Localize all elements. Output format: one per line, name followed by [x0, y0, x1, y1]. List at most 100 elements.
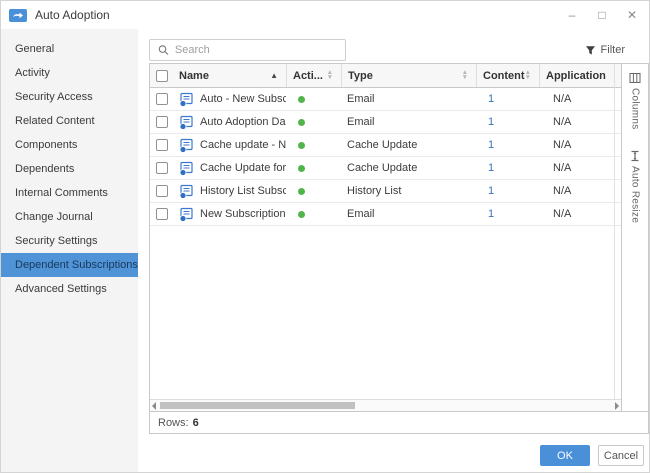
active-indicator	[298, 96, 305, 103]
sort-toggle-icon[interactable]: ▲▼	[525, 71, 533, 80]
subscriptions-grid: Name ▲ Acti... ▲▼ Type ▲▼	[149, 63, 649, 434]
active-indicator	[298, 142, 305, 149]
rows-label: Rows:	[158, 417, 189, 429]
subscription-icon	[179, 184, 194, 199]
row-name: Auto Adoption Daily	[200, 116, 286, 128]
row-checkbox[interactable]	[156, 162, 168, 174]
window-controls: – □ ✕	[565, 8, 639, 22]
title-bar: Auto Adoption – □ ✕	[1, 1, 649, 29]
auto-resize-icon	[629, 150, 641, 162]
sidebar-item-change-journal[interactable]: Change Journal	[1, 205, 138, 229]
row-type: Email	[341, 88, 476, 110]
filter-icon	[585, 45, 596, 56]
scroll-left-icon[interactable]	[152, 402, 156, 410]
row-content-link[interactable]: 1	[482, 93, 494, 105]
row-checkbox[interactable]	[156, 185, 168, 197]
minimize-icon[interactable]: –	[565, 8, 579, 22]
row-application: N/A	[539, 111, 621, 133]
table-row[interactable]: Auto - New Subscription Email 1 N/A	[150, 88, 621, 111]
active-indicator	[298, 211, 305, 218]
table-row[interactable]: New Subscription Email 1 N/A	[150, 203, 621, 226]
table-row[interactable]: Auto Adoption Daily Email 1 N/A	[150, 111, 621, 134]
main-panel: Filter Name ▲	[138, 29, 649, 472]
sidebar: General Activity Security Access Related…	[1, 29, 138, 472]
row-checkbox[interactable]	[156, 208, 168, 220]
row-name: Auto - New Subscription	[200, 93, 286, 105]
sort-toggle-icon[interactable]: ▲▼	[462, 71, 470, 80]
subscription-icon	[179, 138, 194, 153]
horizontal-scrollbar[interactable]	[150, 399, 621, 411]
row-name: New Subscription	[200, 208, 286, 220]
column-header-content[interactable]: Content ▲▼	[476, 64, 539, 87]
table-row[interactable]: Cache update - New ... Cache Update 1 N/…	[150, 134, 621, 157]
sidebar-item-dependents[interactable]: Dependents	[1, 157, 138, 181]
row-content-link[interactable]: 1	[482, 116, 494, 128]
columns-icon	[629, 72, 641, 84]
row-name: Cache update - New ...	[200, 139, 286, 151]
close-icon[interactable]: ✕	[625, 8, 639, 22]
grid-status-bar: Rows: 6	[150, 411, 648, 433]
filter-label: Filter	[601, 44, 625, 56]
row-type: History List	[341, 180, 476, 202]
sidebar-item-security-settings[interactable]: Security Settings	[1, 229, 138, 253]
auto-resize-tool-label: Auto Resize	[630, 166, 641, 223]
dialog-button-bar: OK Cancel	[540, 445, 644, 466]
auto-adoption-dialog: Auto Adoption – □ ✕ General Activity Sec…	[0, 0, 650, 473]
sidebar-item-general[interactable]: General	[1, 37, 138, 61]
row-type: Cache Update	[341, 134, 476, 156]
sort-ascending-icon[interactable]: ▲	[270, 71, 280, 80]
columns-tool-button[interactable]: Columns	[629, 72, 641, 130]
row-content-link[interactable]: 1	[482, 139, 494, 151]
table-row[interactable]: Cache Update for Aut... Cache Update 1 N…	[150, 157, 621, 180]
window-title: Auto Adoption	[35, 8, 110, 22]
row-name: Cache Update for Aut...	[200, 162, 286, 174]
grid-empty-area	[150, 226, 621, 399]
sidebar-item-dependent-subscriptions[interactable]: Dependent Subscriptions	[1, 253, 138, 277]
row-content-link[interactable]: 1	[482, 185, 494, 197]
row-content-link[interactable]: 1	[482, 162, 494, 174]
sidebar-item-internal-comments[interactable]: Internal Comments	[1, 181, 138, 205]
search-icon	[158, 44, 169, 56]
select-all-checkbox[interactable]	[156, 70, 168, 82]
app-icon	[9, 9, 27, 22]
sidebar-item-activity[interactable]: Activity	[1, 61, 138, 85]
sidebar-item-related-content[interactable]: Related Content	[1, 109, 138, 133]
row-name: History List Subscription	[200, 185, 286, 197]
column-header-type[interactable]: Type ▲▼	[341, 64, 476, 87]
row-application: N/A	[539, 203, 621, 225]
scrollbar-thumb[interactable]	[160, 402, 355, 409]
row-checkbox[interactable]	[156, 116, 168, 128]
ok-button[interactable]: OK	[540, 445, 590, 466]
maximize-icon[interactable]: □	[595, 8, 609, 22]
row-checkbox[interactable]	[156, 93, 168, 105]
subscription-icon	[179, 161, 194, 176]
subscription-icon	[179, 207, 194, 222]
row-type: Email	[341, 111, 476, 133]
columns-tool-label: Columns	[630, 88, 641, 130]
column-header-application[interactable]: Application	[539, 64, 621, 87]
sidebar-item-advanced-settings[interactable]: Advanced Settings	[1, 277, 138, 301]
sidebar-item-components[interactable]: Components	[1, 133, 138, 157]
row-application: N/A	[539, 134, 621, 156]
row-checkbox[interactable]	[156, 139, 168, 151]
filter-button[interactable]: Filter	[585, 44, 625, 56]
grid-main-area: Name ▲ Acti... ▲▼ Type ▲▼	[150, 64, 622, 411]
sort-toggle-icon[interactable]: ▲▼	[327, 71, 335, 80]
sidebar-item-security-access[interactable]: Security Access	[1, 85, 138, 109]
row-type: Email	[341, 203, 476, 225]
auto-resize-tool-button[interactable]: Auto Resize	[629, 150, 641, 223]
row-application: N/A	[539, 88, 621, 110]
active-indicator	[298, 188, 305, 195]
search-input[interactable]	[175, 44, 337, 56]
scroll-right-icon[interactable]	[615, 402, 619, 410]
active-indicator	[298, 119, 305, 126]
active-indicator	[298, 165, 305, 172]
search-box[interactable]	[149, 39, 346, 61]
column-header-name[interactable]: Name ▲	[173, 64, 286, 87]
row-application: N/A	[539, 157, 621, 179]
column-header-active[interactable]: Acti... ▲▼	[286, 64, 341, 87]
row-content-link[interactable]: 1	[482, 208, 494, 220]
cancel-button[interactable]: Cancel	[598, 445, 644, 466]
subscription-icon	[179, 115, 194, 130]
table-row[interactable]: History List Subscription History List 1…	[150, 180, 621, 203]
